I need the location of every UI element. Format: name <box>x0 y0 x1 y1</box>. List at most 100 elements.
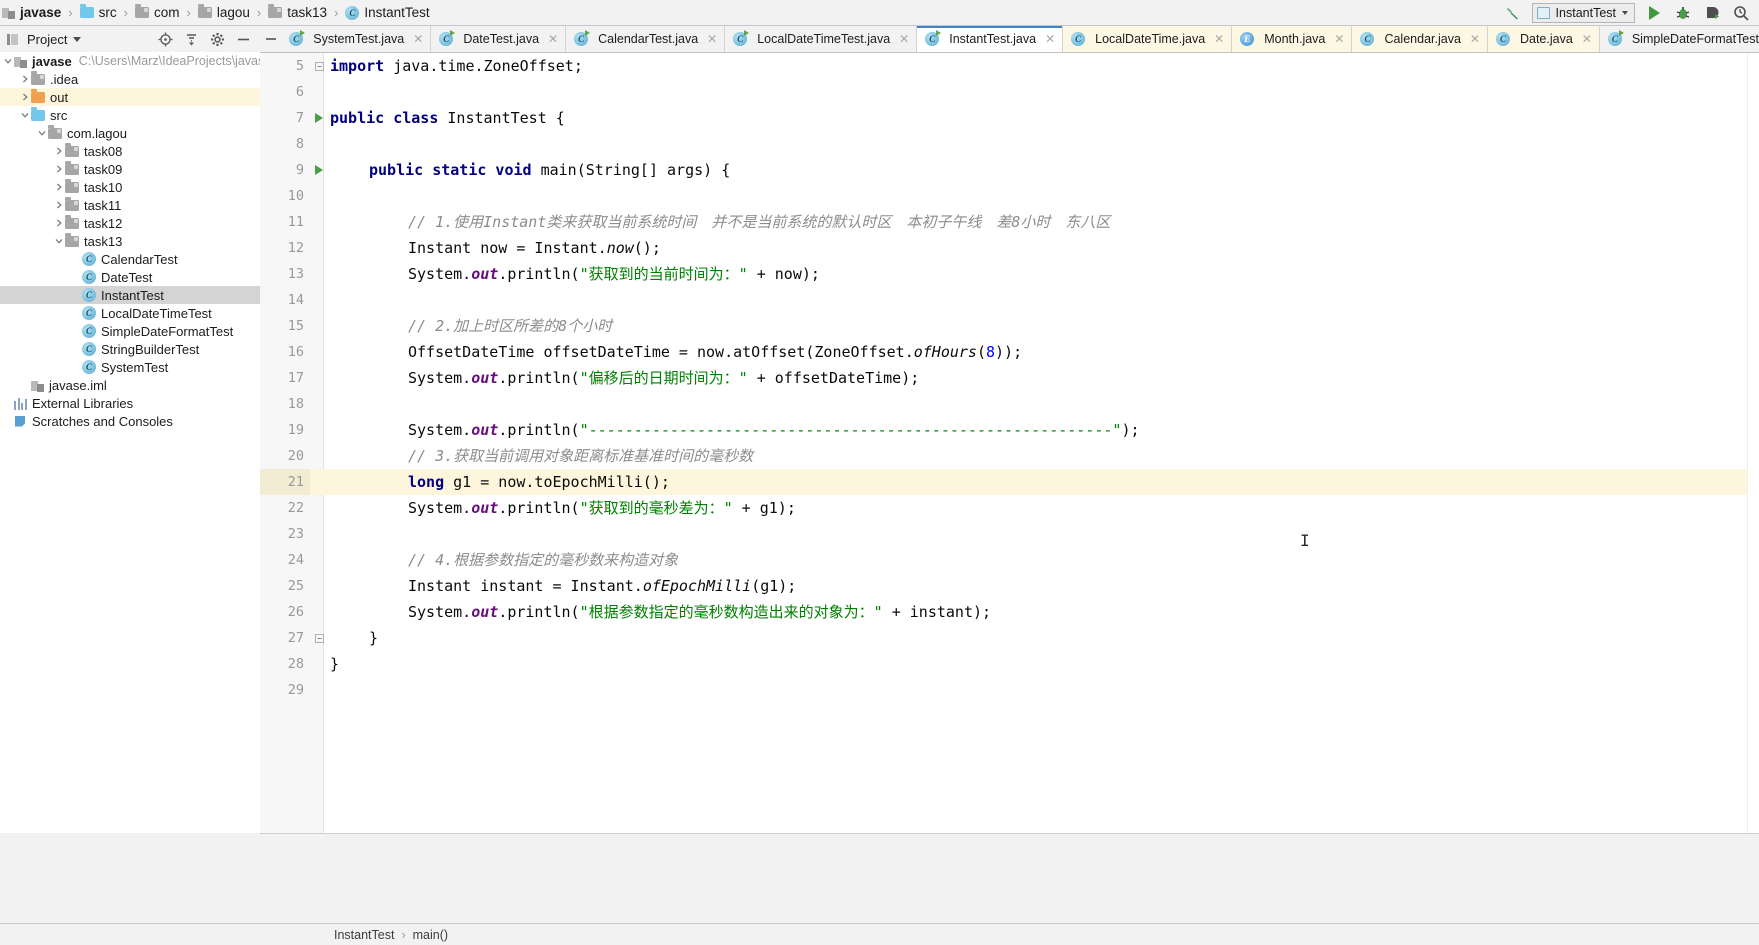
code-line-17[interactable]: 17 System.out.println("偏移后的日期时间为：" + offs… <box>260 365 1759 391</box>
editor-tab-systemtest-java[interactable]: C SystemTest.java ✕ <box>281 26 432 52</box>
code-line-8[interactable]: 8 <box>260 131 1759 157</box>
chevron-down-icon[interactable] <box>19 106 31 124</box>
profiler-icon[interactable] <box>1731 3 1751 23</box>
code-line-5[interactable]: 5 import java.time.ZoneOffset; <box>260 53 1759 79</box>
member-breadcrumb-item[interactable]: InstantTest <box>334 928 394 942</box>
tree-item-task10[interactable]: task10 <box>0 178 260 196</box>
code-line-11[interactable]: 11 // 1.使用Instant类来获取当前系统时间 并不是当前系统的默认时区 … <box>260 209 1759 235</box>
run-icon[interactable] <box>1644 3 1664 23</box>
editor-tab-month-java[interactable]: E Month.java ✕ <box>1232 26 1353 52</box>
close-icon[interactable]: ✕ <box>1045 32 1055 46</box>
editor-tab-localdatetimetest-java[interactable]: C LocalDateTimeTest.java ✕ <box>725 26 918 52</box>
tree-item-calendartest[interactable]: C CalendarTest <box>0 250 260 268</box>
close-icon[interactable]: ✕ <box>1582 32 1592 46</box>
code-line-14[interactable]: 14 <box>260 287 1759 313</box>
tree-item-simpledateformattest[interactable]: C SimpleDateFormatTest <box>0 322 260 340</box>
chevron-down-icon[interactable] <box>53 232 65 250</box>
tree-item--idea[interactable]: .idea <box>0 70 260 88</box>
tree-item-javase-iml[interactable]: javase.iml <box>0 376 260 394</box>
close-icon[interactable]: ✕ <box>1214 32 1224 46</box>
chevron-down-icon[interactable] <box>73 36 82 42</box>
tree-item-external-libraries[interactable]: External Libraries <box>0 394 260 412</box>
code-line-6[interactable]: 6 <box>260 79 1759 105</box>
breadcrumb-item-com[interactable]: com <box>134 0 181 26</box>
tree-item-task11[interactable]: task11 <box>0 196 260 214</box>
editor-tab-localdatetime-java[interactable]: C LocalDateTime.java ✕ <box>1063 26 1233 52</box>
hammer-icon[interactable] <box>1503 3 1523 23</box>
chevron-down-icon[interactable] <box>36 124 48 142</box>
gutter-run-icon[interactable] <box>312 105 326 131</box>
tree-item-scratches-and-consoles[interactable]: Scratches and Consoles <box>0 412 260 430</box>
member-breadcrumb-item[interactable]: main() <box>413 928 448 942</box>
editor-marker-stripe[interactable] <box>1747 53 1759 833</box>
breadcrumb-item-instanttest[interactable]: C InstantTest <box>345 0 430 26</box>
breadcrumb-item-javase[interactable]: javase <box>2 0 62 26</box>
tree-item-instanttest[interactable]: C InstantTest <box>0 286 260 304</box>
tree-item-task13[interactable]: task13 <box>0 232 260 250</box>
debug-bug-icon[interactable] <box>1673 3 1693 23</box>
code-line-25[interactable]: 25 Instant instant = Instant.ofEpochMilli… <box>260 573 1759 599</box>
run-configuration-selector[interactable]: InstantTest <box>1531 2 1635 23</box>
chevron-right-icon[interactable] <box>53 196 65 214</box>
tree-item-javase[interactable]: javase C:\Users\Marz\IdeaProjects\javase <box>0 52 260 70</box>
chevron-right-icon[interactable] <box>53 160 65 178</box>
tree-item-task12[interactable]: task12 <box>0 214 260 232</box>
tree-item-localdatetimetest[interactable]: C LocalDateTimeTest <box>0 304 260 322</box>
member-breadcrumb[interactable]: InstantTest › main() <box>334 928 448 942</box>
breadcrumb-item-lagou[interactable]: lagou <box>197 0 251 26</box>
chevron-right-icon[interactable] <box>53 214 65 232</box>
code-line-27[interactable]: 27} <box>260 625 1759 651</box>
close-icon[interactable]: ✕ <box>1334 32 1344 46</box>
editor-tab-instanttest-java[interactable]: C InstantTest.java ✕ <box>917 26 1064 52</box>
close-icon[interactable]: ✕ <box>413 32 423 46</box>
chevron-right-icon[interactable] <box>53 142 65 160</box>
code-line-13[interactable]: 13 System.out.println("获取到的当前时间为：" + now)… <box>260 261 1759 287</box>
code-line-26[interactable]: 26 System.out.println("根据参数指定的毫秒数构造出来的对象为… <box>260 599 1759 625</box>
code-line-23[interactable]: 23 <box>260 521 1759 547</box>
code-line-20[interactable]: 20 // 3.获取当前调用对象距离标准基准时间的毫秒数 <box>260 443 1759 469</box>
editor-tab-date-java[interactable]: C Date.java ✕ <box>1487 26 1600 52</box>
tree-item-com-lagou[interactable]: com.lagou <box>0 124 260 142</box>
tree-item-stringbuildertest[interactable]: C StringBuilderTest <box>0 340 260 358</box>
gutter-fold-icon[interactable] <box>312 53 326 79</box>
chevron-right-icon[interactable] <box>19 70 31 88</box>
run-with-coverage-icon[interactable] <box>1702 3 1722 23</box>
tree-item-task08[interactable]: task08 <box>0 142 260 160</box>
editor-tab-calendar-java[interactable]: C Calendar.java ✕ <box>1352 26 1488 52</box>
locate-icon[interactable] <box>158 32 173 47</box>
close-icon[interactable]: ✕ <box>1470 32 1480 46</box>
breadcrumb-item-task13[interactable]: task13 <box>268 0 328 26</box>
tree-item-src[interactable]: src <box>0 106 260 124</box>
close-icon[interactable]: ✕ <box>548 32 558 46</box>
editor-tab-datetest-java[interactable]: C DateTest.java ✕ <box>431 26 567 52</box>
gutter-run-icon[interactable] <box>312 157 326 183</box>
code-line-19[interactable]: 19 System.out.println("------------------… <box>260 417 1759 443</box>
close-icon[interactable]: ✕ <box>707 32 717 46</box>
code-line-22[interactable]: 22 System.out.println("获取到的毫秒差为：" + g1); <box>260 495 1759 521</box>
hide-tabs-icon[interactable] <box>260 26 281 52</box>
code-line-10[interactable]: 10 <box>260 183 1759 209</box>
project-tree[interactable]: javase C:\Users\Marz\IdeaProjects\javase.… <box>0 52 260 833</box>
breadcrumb-item-src[interactable]: src <box>79 0 118 26</box>
code-line-16[interactable]: 16 OffsetDateTime offsetDateTime = now.at… <box>260 339 1759 365</box>
chevron-right-icon[interactable] <box>53 178 65 196</box>
code-line-29[interactable]: 29 <box>260 677 1759 703</box>
close-icon[interactable]: ✕ <box>899 32 909 46</box>
code-editor[interactable]: 5 import java.time.ZoneOffset; 6 7 public cl… <box>260 53 1759 833</box>
code-line-28[interactable]: 28} <box>260 651 1759 677</box>
chevron-right-icon[interactable] <box>19 88 31 106</box>
code-line-24[interactable]: 24 // 4.根据参数指定的毫秒数来构造对象 <box>260 547 1759 573</box>
settings-gear-icon[interactable] <box>210 32 225 47</box>
code-line-15[interactable]: 15 // 2.加上时区所差的8个小时 <box>260 313 1759 339</box>
tree-item-task09[interactable]: task09 <box>0 160 260 178</box>
editor-tab-calendartest-java[interactable]: C CalendarTest.java ✕ <box>566 26 726 52</box>
code-line-12[interactable]: 12 Instant now = Instant.now(); <box>260 235 1759 261</box>
hide-panel-icon[interactable] <box>236 32 251 47</box>
editor-tab-simpledateformattest-java[interactable]: CSimpleDateFormatTest.java✕ <box>1599 26 1759 52</box>
tree-item-out[interactable]: out <box>0 88 260 106</box>
collapse-all-icon[interactable] <box>184 32 199 47</box>
code-line-18[interactable]: 18 <box>260 391 1759 417</box>
chevron-down-icon[interactable] <box>2 52 14 70</box>
code-line-21[interactable]: 21 long g1 = now.toEpochMilli(); <box>260 469 1759 495</box>
tree-item-systemtest[interactable]: C SystemTest <box>0 358 260 376</box>
